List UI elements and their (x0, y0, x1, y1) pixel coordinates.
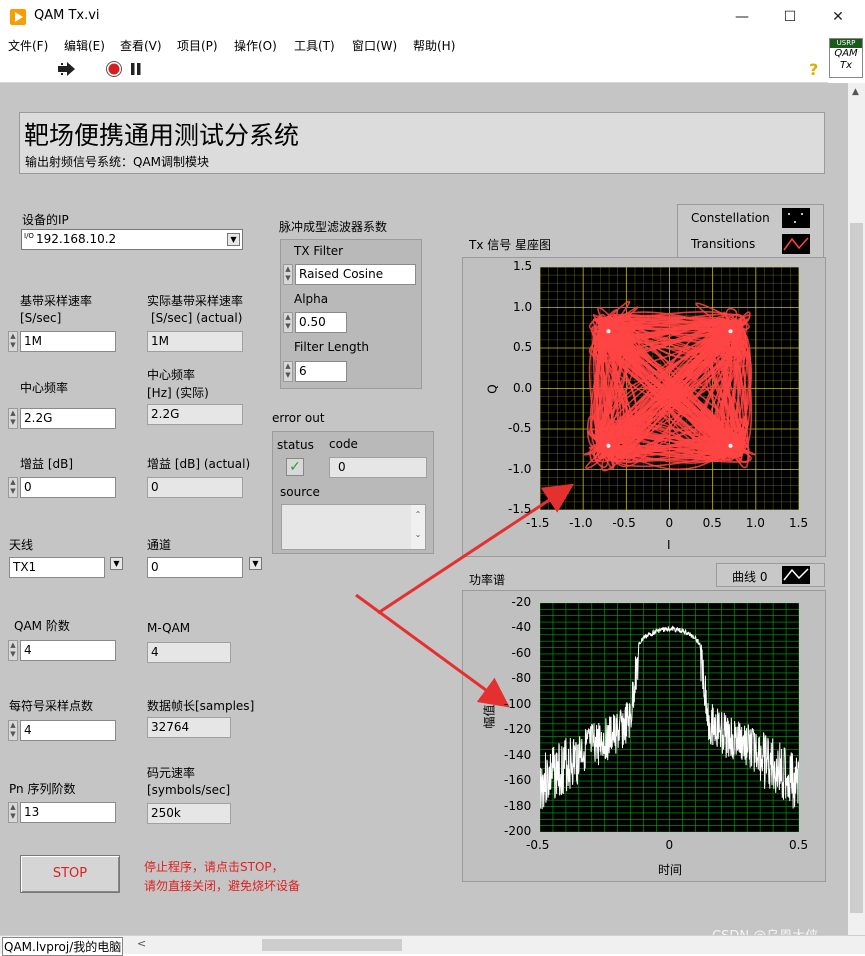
constellation-x-tick: 0 (666, 516, 674, 530)
constellation-x-tick: 0.5 (703, 516, 722, 530)
menu-window[interactable]: 窗口(W) (352, 37, 397, 54)
arrow-to-spectrum (356, 595, 505, 704)
spectrum-y-tick: -180 (504, 799, 531, 813)
vi-icon-line1: QAM (830, 48, 862, 60)
vi-icon-line2: Tx (830, 60, 862, 72)
spectrum-y-tick: -20 (512, 595, 532, 609)
status-bar: QAM.lvproj/我的电脑 < (0, 935, 865, 954)
svg-text:?: ? (809, 60, 818, 78)
vi-connector-icon: USRP QAM Tx (829, 38, 863, 78)
menu-tools[interactable]: 工具(T) (294, 37, 335, 54)
constellation-y-tick: 0.5 (513, 340, 532, 354)
spectrum-y-tick: -200 (504, 824, 531, 838)
toolbar: ? (0, 56, 828, 83)
close-button[interactable]: ✕ (815, 6, 861, 28)
minimize-button[interactable]: — (719, 6, 765, 28)
menu-bar: 文件(F) 编辑(E) 查看(V) 项目(P) 操作(O) 工具(T) 窗口(W… (0, 34, 865, 56)
constellation-y-tick: -0.5 (508, 421, 531, 435)
project-path[interactable]: QAM.lvproj/我的电脑 (2, 937, 123, 956)
hscroll-thumb[interactable] (262, 939, 402, 951)
spectrum-y-tick: -40 (512, 620, 532, 634)
vi-icon-top: USRP (830, 39, 862, 48)
spectrum-y-tick: -80 (512, 671, 532, 685)
pause-icon[interactable] (130, 63, 142, 75)
menu-view[interactable]: 查看(V) (120, 37, 162, 54)
title-bar: QAM Tx.vi — ☐ ✕ (0, 0, 865, 34)
abort-stop-icon[interactable] (106, 61, 122, 77)
annotation-arrows (0, 83, 848, 935)
menu-project[interactable]: 项目(P) (177, 37, 218, 54)
constellation-x-tick: 1.5 (789, 516, 808, 530)
arrow-to-constellation (378, 487, 569, 613)
window-title: QAM Tx.vi (34, 8, 100, 23)
spectrum-x-tick: 0.5 (789, 838, 808, 852)
constellation-y-tick: -1.0 (508, 462, 531, 476)
constellation-y-tick: -1.5 (508, 502, 531, 516)
menu-operate[interactable]: 操作(O) (234, 37, 277, 54)
constellation-x-tick: -1.0 (569, 516, 592, 530)
spectrum-x-tick: -0.5 (526, 838, 549, 852)
run-arrow-icon[interactable] (58, 62, 76, 76)
spectrum-y-tick: -120 (504, 722, 531, 736)
constellation-y-tick: 0.0 (513, 381, 532, 395)
scroll-thumb[interactable] (850, 223, 863, 913)
menu-edit[interactable]: 编辑(E) (64, 37, 105, 54)
constellation-y-tick: 1.5 (513, 259, 532, 273)
spectrum-y-tick: -60 (512, 646, 532, 660)
vertical-scrollbar[interactable]: ▲ (848, 83, 865, 935)
scroll-up-icon[interactable]: ▲ (852, 87, 859, 97)
spectrum-x-tick: 0 (666, 838, 674, 852)
front-panel: 靶场便携通用测试分系统 输出射频信号系统：QAM调制模块 设备的IP I/O 1… (0, 83, 848, 935)
spectrum-y-tick: -160 (504, 773, 531, 787)
help-icon[interactable]: ? (806, 60, 822, 78)
constellation-x-tick: -0.5 (612, 516, 635, 530)
hscroll-left-icon[interactable]: < (137, 937, 146, 950)
menu-file[interactable]: 文件(F) (8, 37, 48, 54)
constellation-x-tick: 1.0 (746, 516, 765, 530)
spectrum-y-tick: -100 (504, 697, 531, 711)
maximize-button[interactable]: ☐ (767, 6, 813, 28)
spectrum-y-tick: -140 (504, 748, 531, 762)
constellation-x-tick: -1.5 (526, 516, 549, 530)
labview-vi-icon (10, 9, 26, 25)
menu-help[interactable]: 帮助(H) (413, 37, 455, 54)
constellation-y-tick: 1.0 (513, 300, 532, 314)
